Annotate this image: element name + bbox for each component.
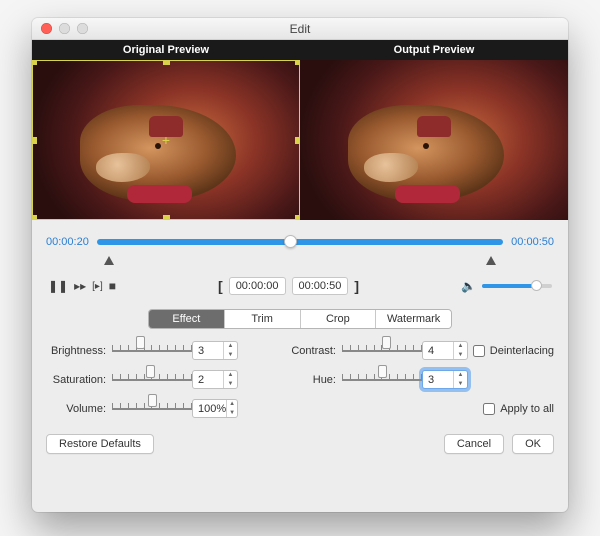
out-time-field[interactable]: 00:00:50 xyxy=(292,277,349,295)
volume-effect-slider[interactable] xyxy=(112,400,192,418)
step-down-icon[interactable]: ▼ xyxy=(454,351,467,360)
cancel-button[interactable]: Cancel xyxy=(444,434,504,454)
hue-label: Hue: xyxy=(282,374,342,386)
controls-area: 00:00:20 00:00:50 ❚❚ ▸▸ [▸] ■ [ 00:00 xyxy=(32,220,568,466)
speaker-icon[interactable]: 🔈 xyxy=(461,279,476,293)
tab-trim[interactable]: Trim xyxy=(225,310,301,328)
volume-stepper[interactable]: 100%▲▼ xyxy=(192,399,238,418)
preview-header: Original Preview Output Preview xyxy=(32,40,568,60)
effect-form: Brightness: 3▲▼ Contrast: 4▲▼ Deinterlac… xyxy=(46,341,554,418)
step-up-icon[interactable]: ▲ xyxy=(454,371,467,380)
timeline-end: 00:00:50 xyxy=(511,236,554,248)
video-frame xyxy=(32,60,300,220)
minimize-icon[interactable] xyxy=(59,23,70,34)
volume-slider[interactable] xyxy=(482,284,552,288)
hue-stepper[interactable]: 3▲▼ xyxy=(422,370,468,389)
in-time-field[interactable]: 00:00:00 xyxy=(229,277,286,295)
original-preview[interactable]: + xyxy=(32,60,300,220)
timeline: 00:00:20 00:00:50 xyxy=(46,230,554,254)
range-controls: [ 00:00:00 00:00:50 ] xyxy=(218,277,359,295)
brightness-slider[interactable] xyxy=(112,342,192,360)
saturation-stepper[interactable]: 2▲▼ xyxy=(192,370,238,389)
original-preview-label: Original Preview xyxy=(32,44,300,56)
restore-defaults-button[interactable]: Restore Defaults xyxy=(46,434,154,454)
window-controls xyxy=(41,23,88,34)
close-icon[interactable] xyxy=(41,23,52,34)
ok-button[interactable]: OK xyxy=(512,434,554,454)
apply-all-checkbox[interactable] xyxy=(483,403,495,415)
playback-controls: ❚❚ ▸▸ [▸] ■ xyxy=(48,279,116,293)
contrast-stepper[interactable]: 4▲▼ xyxy=(422,341,468,360)
edit-window: Edit Original Preview Output Preview + xyxy=(32,18,568,512)
set-out-icon[interactable]: ] xyxy=(354,278,359,294)
brightness-stepper[interactable]: 3▲▼ xyxy=(192,341,238,360)
stop-icon[interactable]: ■ xyxy=(109,279,116,293)
fast-forward-icon[interactable]: ▸▸ xyxy=(74,279,86,293)
volume-control: 🔈 xyxy=(461,279,552,293)
deinterlacing-check[interactable]: Deinterlacing xyxy=(472,345,554,357)
deinterlacing-checkbox[interactable] xyxy=(473,345,485,357)
zoom-icon[interactable] xyxy=(77,23,88,34)
step-down-icon[interactable]: ▼ xyxy=(227,409,237,418)
trim-out-marker[interactable] xyxy=(486,256,496,265)
window-title: Edit xyxy=(32,22,568,36)
preview-row: + xyxy=(32,60,568,220)
volume-label: Volume: xyxy=(46,403,112,415)
pause-icon[interactable]: ❚❚ xyxy=(48,279,68,293)
trim-markers xyxy=(46,256,554,265)
tab-watermark[interactable]: Watermark xyxy=(376,310,451,328)
step-down-icon[interactable]: ▼ xyxy=(224,380,237,389)
step-up-icon[interactable]: ▲ xyxy=(224,342,237,351)
tab-bar: Effect Trim Crop Watermark xyxy=(148,309,452,329)
video-frame xyxy=(300,60,568,220)
step-up-icon[interactable]: ▲ xyxy=(227,400,237,409)
contrast-label: Contrast: xyxy=(282,345,342,357)
step-down-icon[interactable]: ▼ xyxy=(454,380,467,389)
saturation-label: Saturation: xyxy=(46,374,112,386)
footer: Restore Defaults Cancel OK xyxy=(46,434,554,454)
set-in-icon[interactable]: [ xyxy=(218,278,223,294)
titlebar: Edit xyxy=(32,18,568,40)
step-up-icon[interactable]: ▲ xyxy=(224,371,237,380)
trim-in-marker[interactable] xyxy=(104,256,114,265)
tab-crop[interactable]: Crop xyxy=(301,310,377,328)
tab-effect[interactable]: Effect xyxy=(149,310,225,328)
brightness-label: Brightness: xyxy=(46,345,112,357)
step-up-icon[interactable]: ▲ xyxy=(454,342,467,351)
hue-slider[interactable] xyxy=(342,371,422,389)
volume-thumb[interactable] xyxy=(531,280,542,291)
timeline-track[interactable] xyxy=(97,230,503,254)
output-preview xyxy=(300,60,568,220)
apply-all-check[interactable]: Apply to all xyxy=(472,403,554,415)
transport-row: ❚❚ ▸▸ [▸] ■ [ 00:00:00 00:00:50 ] 🔈 xyxy=(46,277,554,295)
step-down-icon[interactable]: ▼ xyxy=(224,351,237,360)
playhead[interactable] xyxy=(284,235,297,248)
step-icon[interactable]: [▸] xyxy=(92,281,103,292)
output-preview-label: Output Preview xyxy=(300,44,568,56)
contrast-slider[interactable] xyxy=(342,342,422,360)
timeline-start: 00:00:20 xyxy=(46,236,89,248)
saturation-slider[interactable] xyxy=(112,371,192,389)
